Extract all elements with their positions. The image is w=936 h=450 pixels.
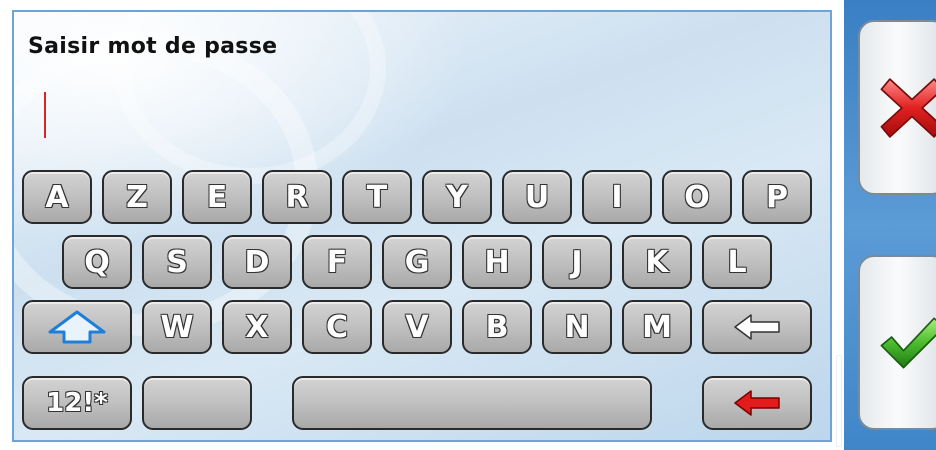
dialog-title: Saisir mot de passe [28, 34, 278, 59]
key-label: N [564, 309, 590, 345]
space-key[interactable] [292, 376, 652, 430]
key-label: W [160, 309, 194, 345]
password-dialog: Saisir mot de passe A Z E R T Y U I O P … [12, 10, 832, 442]
key-a[interactable]: A [22, 170, 92, 224]
key-label: J [571, 244, 583, 280]
key-d[interactable]: D [222, 235, 292, 289]
blank-key[interactable] [142, 376, 252, 430]
key-label: D [244, 244, 270, 280]
key-o[interactable]: O [662, 170, 732, 224]
key-z[interactable]: Z [102, 170, 172, 224]
key-label: Y [446, 179, 468, 215]
key-label: P [766, 179, 788, 215]
green-check-icon [880, 317, 936, 368]
key-label: Q [84, 244, 110, 280]
key-w[interactable]: W [142, 300, 212, 354]
key-i[interactable]: I [582, 170, 652, 224]
key-label: X [245, 309, 269, 345]
enter-key[interactable] [702, 376, 812, 430]
key-label: 12!* [46, 388, 108, 418]
red-left-arrow-icon [734, 390, 780, 416]
key-label: U [524, 179, 550, 215]
key-label: C [325, 309, 349, 345]
key-y[interactable]: Y [422, 170, 492, 224]
cancel-button[interactable] [858, 20, 936, 195]
key-label: R [285, 179, 309, 215]
scrollbar[interactable] [836, 355, 842, 447]
key-g[interactable]: G [382, 235, 452, 289]
key-t[interactable]: T [342, 170, 412, 224]
key-s[interactable]: S [142, 235, 212, 289]
key-l[interactable]: L [702, 235, 772, 289]
key-e[interactable]: E [182, 170, 252, 224]
key-n[interactable]: N [542, 300, 612, 354]
confirm-button[interactable] [858, 255, 936, 430]
key-r[interactable]: R [262, 170, 332, 224]
symbols-key[interactable]: 12!* [22, 376, 132, 430]
shift-arrow-icon [48, 310, 106, 344]
shift-key[interactable] [22, 300, 132, 354]
key-label: L [727, 244, 747, 280]
backspace-key[interactable] [702, 300, 812, 354]
key-f[interactable]: F [302, 235, 372, 289]
key-c[interactable]: C [302, 300, 372, 354]
key-j[interactable]: J [542, 235, 612, 289]
key-p[interactable]: P [742, 170, 812, 224]
key-label: K [645, 244, 669, 280]
text-caret [44, 92, 46, 138]
key-v[interactable]: V [382, 300, 452, 354]
key-h[interactable]: H [462, 235, 532, 289]
red-x-icon [880, 77, 936, 138]
key-label: I [611, 179, 623, 215]
key-label: H [484, 244, 510, 280]
key-label: V [405, 309, 429, 345]
key-label: O [684, 179, 710, 215]
key-q[interactable]: Q [62, 235, 132, 289]
key-k[interactable]: K [622, 235, 692, 289]
key-b[interactable]: B [462, 300, 532, 354]
key-label: B [485, 309, 509, 345]
password-input[interactable] [28, 82, 808, 152]
key-label: F [326, 244, 348, 280]
key-m[interactable]: M [622, 300, 692, 354]
key-label: G [404, 244, 430, 280]
key-label: A [45, 179, 69, 215]
key-x[interactable]: X [222, 300, 292, 354]
backspace-arrow-icon [734, 314, 780, 340]
action-sidebar [844, 0, 936, 450]
key-u[interactable]: U [502, 170, 572, 224]
key-label: M [642, 309, 672, 345]
key-label: S [166, 244, 188, 280]
key-label: Z [126, 179, 148, 215]
key-label: T [366, 179, 388, 215]
key-label: E [206, 179, 228, 215]
